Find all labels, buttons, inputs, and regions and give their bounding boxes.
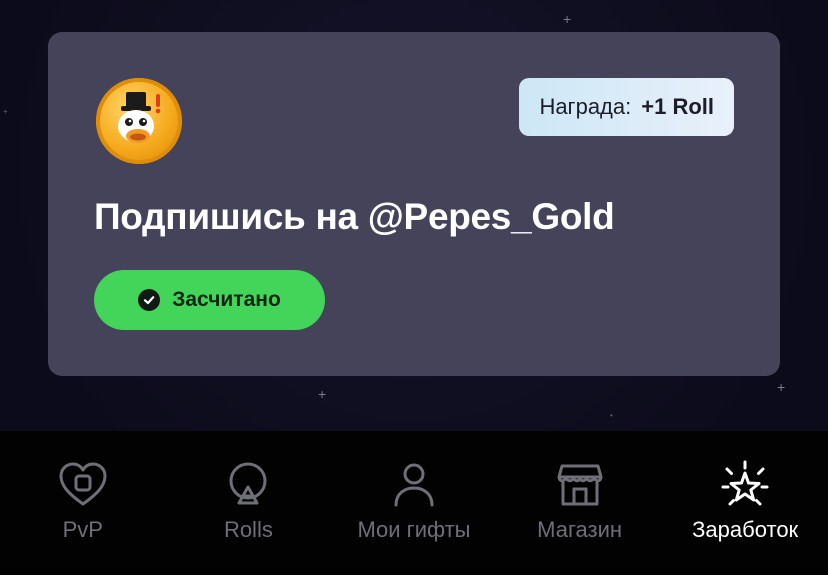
tab-my-gifts-label: Мои гифты <box>357 517 471 542</box>
sparkle-decoration: + <box>777 379 786 395</box>
heart-pvp-icon <box>59 462 107 506</box>
tab-earnings-label: Заработок <box>692 517 799 542</box>
task-title: Подпишись на @Pepes_Gold <box>94 196 615 237</box>
tab-pvp-label: PvP <box>62 517 103 542</box>
tab-my-gifts[interactable]: Мои гифты <box>331 431 497 575</box>
tab-store-label: Магазин <box>537 517 623 542</box>
tab-pvp[interactable]: PvP <box>0 431 166 575</box>
sparkle-decoration: + <box>3 107 8 116</box>
bottom-tab-bar: PvP Rolls Мои гифты Магазин Заработок <box>0 431 828 575</box>
tab-rolls[interactable]: Rolls <box>166 431 332 575</box>
task-card: Награда: +1 Roll Подпишись на @Pepes_Gol… <box>48 32 780 376</box>
tab-store[interactable]: Магазин <box>497 431 663 575</box>
roulette-icon <box>229 462 267 505</box>
reward-label: Награда: <box>539 94 632 119</box>
tab-earnings[interactable]: Заработок <box>662 431 828 575</box>
reward-value: +1 Roll <box>641 94 714 119</box>
sparkle-decoration: + <box>318 386 327 402</box>
star-burst-icon <box>721 460 769 506</box>
app-screen: + + + + • Награда: +1 Roll Подпишись на … <box>0 0 828 575</box>
channel-avatar <box>96 78 182 164</box>
completed-status-button[interactable]: Засчитано <box>94 270 325 330</box>
completed-status-label: Засчитано <box>172 288 281 311</box>
sparkle-decoration: • <box>610 411 613 420</box>
reward-badge: Награда: +1 Roll <box>519 78 734 136</box>
user-icon <box>394 463 434 507</box>
store-icon <box>557 464 603 506</box>
tab-rolls-label: Rolls <box>223 517 273 542</box>
check-circle-icon <box>138 289 161 311</box>
sparkle-decoration: + <box>563 11 572 27</box>
duck-mascot-icon <box>118 92 161 143</box>
